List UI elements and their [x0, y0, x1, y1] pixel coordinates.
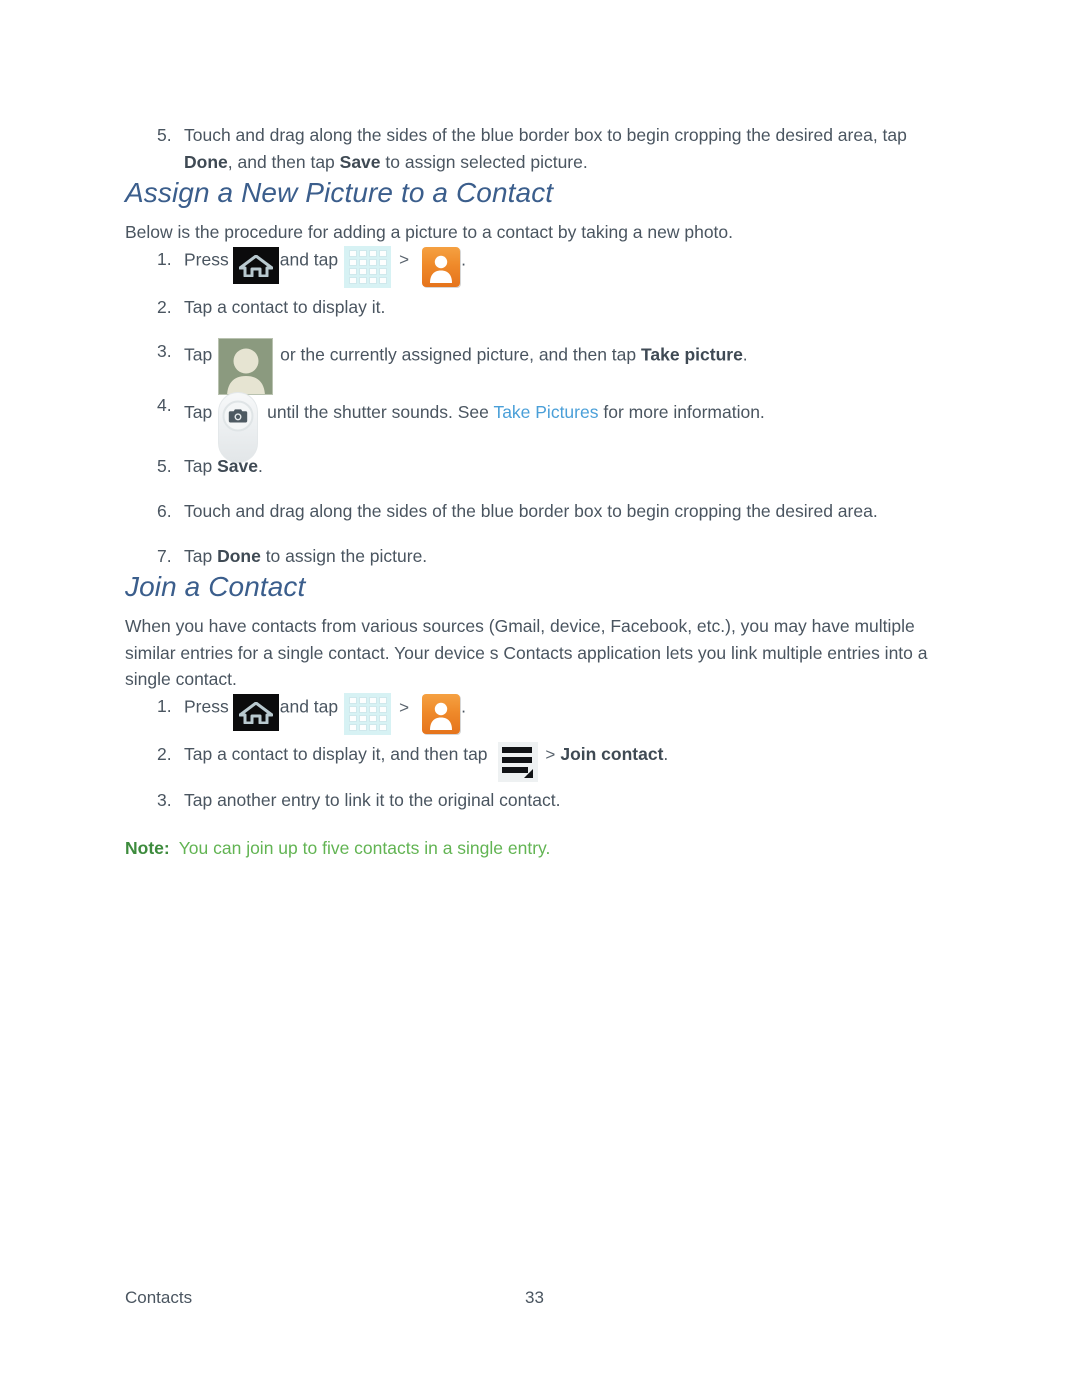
- chevron-separator: >: [545, 744, 556, 764]
- step-bold-take-picture: Take picture: [641, 345, 743, 365]
- step-number: 6.: [157, 500, 172, 521]
- step-text-period: .: [663, 743, 669, 764]
- step-text-end: for more information.: [598, 402, 765, 423]
- menu-icon[interactable]: [498, 741, 539, 782]
- step-number: 3.: [157, 789, 172, 810]
- step-bold-done: Done: [184, 151, 228, 172]
- list-item: 2. Tap a contact to display it, and then …: [125, 741, 955, 782]
- step-text: Tap another entry to link it to the orig…: [184, 789, 561, 810]
- assign-intro-paragraph: Below is the procedure for adding a pict…: [125, 222, 734, 243]
- step-text-part: Tap: [184, 545, 218, 566]
- page-title-join: Join a Contact: [125, 571, 306, 603]
- page-content: 5. Touch and drag along the sides of the …: [125, 122, 955, 862]
- note-label: Note:: [125, 838, 170, 859]
- step-text-part: .: [257, 456, 263, 477]
- step-number: 1.: [157, 695, 172, 716]
- list-item: 1. Press and tap >.: [125, 692, 955, 735]
- list-item: 7. Tap Done to assign the picture.: [125, 543, 955, 570]
- step-number: 5.: [157, 125, 172, 145]
- list-item: 4. Tap until the shutter sounds. See Take…: [125, 392, 955, 464]
- page-title-assign: Assign a New Picture to a Contact: [125, 177, 554, 209]
- step-number: 4.: [157, 395, 172, 416]
- step-text-before: Tap a contact to display it, and then ta…: [184, 743, 493, 764]
- contacts-app-icon[interactable]: [422, 693, 461, 734]
- step-number: 5.: [157, 456, 172, 477]
- home-icon[interactable]: [232, 247, 279, 285]
- step-text-press: Press: [184, 696, 229, 717]
- step-number: 2.: [157, 743, 172, 764]
- step-bold-join-contact: Join contact: [560, 743, 664, 764]
- step-text-part: to assign selected picture.: [380, 151, 588, 172]
- list-item: 2. Tap a contact to display it.: [125, 294, 955, 321]
- step-bold-save: Save: [339, 151, 381, 172]
- step-text: Tap a contact to display it.: [184, 296, 386, 317]
- note-text: You can join up to five contacts in a si…: [178, 838, 551, 859]
- list-item: 6. Touch and drag along the sides of the …: [125, 498, 955, 525]
- step-text-period: .: [461, 696, 466, 717]
- step-text: Touch and drag along the sides of the bl…: [184, 500, 878, 521]
- step-text-tap: Tap: [184, 345, 213, 365]
- step-text-part: , and then tap: [227, 151, 340, 172]
- assign-steps-list: 1. Press and tap >. 2. Tap a contact to disp…: [125, 245, 955, 570]
- step-text-period: .: [461, 249, 466, 270]
- top-steps-list: 5. Touch and drag along the sides of the …: [125, 122, 955, 175]
- list-item: 3. Tap or the currently assigned picture,…: [125, 338, 955, 396]
- step-text-and-tap: and tap: [279, 249, 339, 270]
- menu-corner-triangle: [524, 768, 534, 778]
- menu-bar: [502, 746, 533, 753]
- step-text-after: or the currently assigned picture, and t…: [275, 345, 641, 365]
- chevron-separator: >: [399, 250, 410, 270]
- home-icon[interactable]: [232, 694, 279, 732]
- note-block: Note: You can join up to five contacts in…: [125, 835, 955, 861]
- step-text-period: .: [742, 345, 748, 365]
- footer-chapter-label: Contacts: [125, 1288, 193, 1307]
- contacts-app-icon[interactable]: [422, 246, 461, 287]
- list-item: 5. Touch and drag along the sides of the …: [125, 122, 955, 175]
- list-item: 5. Tap Save.: [125, 453, 955, 480]
- take-pictures-link[interactable]: Take Pictures: [493, 403, 598, 423]
- step-text-tap: Tap: [184, 402, 213, 423]
- step-text-part: Tap: [184, 456, 218, 477]
- list-item: 1. Press and tap >.: [125, 245, 955, 288]
- step-number: 2.: [157, 296, 172, 317]
- list-item: 3. Tap another entry to link it to the or…: [125, 787, 955, 814]
- avatar-placeholder-icon[interactable]: [218, 338, 274, 396]
- step-bold-done: Done: [217, 545, 261, 566]
- document-page: 5. Touch and drag along the sides of the …: [0, 0, 1080, 1397]
- step-text-part: Touch and drag along the sides of the bl…: [184, 125, 907, 145]
- chevron-separator: >: [399, 697, 410, 717]
- step-text-and-tap: and tap: [279, 696, 339, 717]
- join-intro-paragraph: When you have contacts from various sour…: [125, 616, 928, 690]
- menu-bar: [502, 756, 533, 763]
- step-number: 1.: [157, 248, 172, 269]
- step-bold-save: Save: [217, 456, 258, 477]
- join-steps-list: 1. Press and tap >. 2. Tap a contact to disp…: [125, 692, 955, 814]
- footer-page-number: 33: [525, 1288, 544, 1307]
- step-text-part: to assign the picture.: [260, 545, 428, 566]
- step-number: 3.: [157, 341, 172, 362]
- step-text-after: until the shutter sounds. See: [262, 402, 494, 423]
- app-grid-icon[interactable]: [344, 245, 392, 288]
- step-text-press: Press: [184, 249, 229, 270]
- app-grid-icon[interactable]: [344, 692, 392, 735]
- step-number: 7.: [157, 545, 172, 566]
